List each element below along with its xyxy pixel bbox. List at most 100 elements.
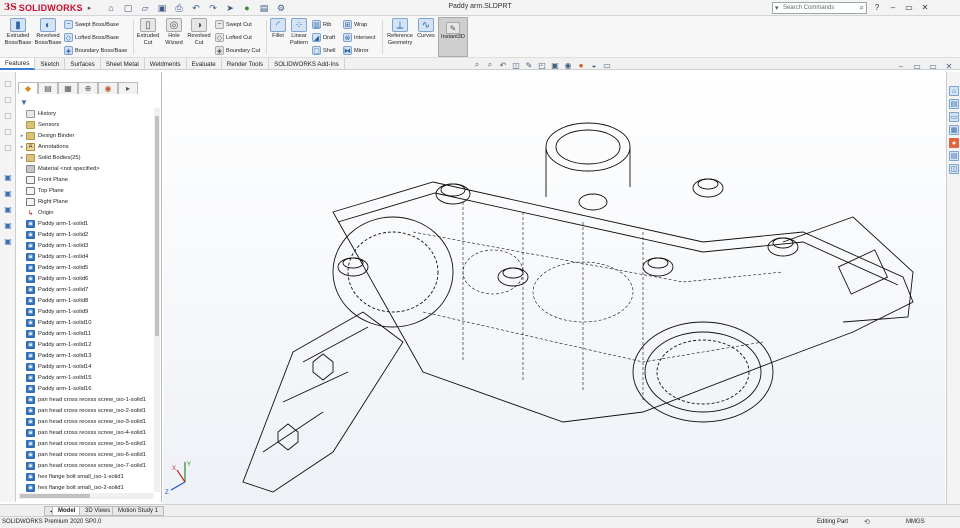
viewport-minimize-icon[interactable]: – [896, 61, 906, 71]
feature-tree-item[interactable]: Front Plane [18, 174, 154, 185]
tab-sheet-metal[interactable]: Sheet Metal [101, 58, 145, 70]
configuration-manager-tab-icon[interactable]: ▦ [58, 82, 78, 94]
design-library-icon[interactable]: ▤ [949, 99, 959, 109]
solidworks-resources-icon[interactable]: ⌂ [949, 86, 959, 96]
feature-tree-item[interactable]: Sensors [18, 119, 154, 130]
undo-icon[interactable]: ↶ [189, 2, 203, 14]
home-icon[interactable]: ⌂ [104, 2, 118, 14]
feature-tree-item[interactable]: ↳ Origin [18, 207, 154, 218]
feature-tree-item[interactable]: ▣ pan head cross recess screw_iso-2-solid… [18, 405, 154, 416]
open-icon[interactable]: ▱ [138, 2, 152, 14]
strip-icon[interactable]: ▣ [3, 236, 13, 246]
feature-tree-item[interactable]: ▸ Solid Bodies(25) [18, 152, 154, 163]
display-manager-tab-icon[interactable]: ◉ [98, 82, 118, 94]
tab-3d-views[interactable]: 3D Views [79, 506, 117, 516]
tree-horizontal-scrollbar[interactable] [18, 493, 154, 499]
feature-tree-item[interactable]: History [18, 108, 154, 119]
options-icon[interactable]: ⚙ [274, 2, 288, 14]
expand-arrow-icon[interactable]: ▸ [18, 133, 26, 139]
tree-scrollbar[interactable] [154, 108, 160, 492]
feature-tree-item[interactable]: ▣ Paddy arm-1-solid4 [18, 251, 154, 262]
tab-motion-study[interactable]: Motion Study 1 [112, 506, 165, 516]
property-manager-tab-icon[interactable]: ▤ [38, 82, 58, 94]
rebuild-status-icon[interactable]: ⟲ [864, 518, 870, 526]
zoom-to-area-icon[interactable]: ⌕ [485, 60, 495, 70]
more-tabs-icon[interactable]: ▸ [118, 82, 138, 94]
tab-solidworks-addins[interactable]: SOLIDWORKS Add-Ins [269, 58, 345, 70]
rebuild-icon[interactable]: ● [240, 2, 254, 14]
intersect-button[interactable]: ⊗ Intersect [343, 32, 375, 43]
dimxpert-tab-icon[interactable]: ⊕ [78, 82, 98, 94]
expand-arrow-icon[interactable]: ▸ [18, 155, 26, 161]
instant3d-button[interactable]: ✎ Instant3D [438, 17, 468, 57]
search-icon[interactable]: ⌕ [860, 3, 864, 13]
strip-icon[interactable]: ▣ [3, 204, 13, 214]
tab-features[interactable]: Features [0, 58, 36, 70]
tab-sketch[interactable]: Sketch [35, 58, 66, 70]
graphics-area[interactable]: Y Z X [163, 72, 945, 504]
feature-tree-item[interactable]: ▣ Paddy arm-1-solid2 [18, 229, 154, 240]
zoom-to-fit-icon[interactable]: ⌕ [472, 60, 482, 70]
filter-icon[interactable]: ▼ [20, 98, 28, 107]
feature-tree-item[interactable]: ▣ Paddy arm-1-solid1 [18, 218, 154, 229]
feature-tree-item[interactable]: ▣ Paddy arm-1-solid3 [18, 240, 154, 251]
feature-tree-item[interactable]: ▣ pan head cross recess screw_iso-5-solid… [18, 438, 154, 449]
curves-button[interactable]: ∿ Curves [415, 18, 437, 40]
swept-cut-button[interactable]: ~ Swept Cut [215, 19, 252, 30]
previous-view-icon[interactable]: ↶ [498, 60, 508, 70]
feature-tree-item[interactable]: ▣ Paddy arm-1-solid7 [18, 284, 154, 295]
shell-button[interactable]: ▢ Shell [312, 45, 335, 56]
help-icon[interactable]: ? [870, 1, 884, 14]
dynamic-annotation-icon[interactable]: ✎ [524, 60, 534, 70]
strip-icon[interactable]: ▢ [3, 142, 13, 152]
tab-surfaces[interactable]: Surfaces [65, 58, 101, 70]
tab-weldments[interactable]: Weldments [145, 58, 187, 70]
redo-icon[interactable]: ↷ [206, 2, 220, 14]
feature-tree-item[interactable]: ▣ Paddy arm-1-solid15 [18, 372, 154, 383]
feature-tree-item[interactable]: ▣ Paddy arm-1-solid9 [18, 306, 154, 317]
swept-boss-button[interactable]: ~ Swept Boss/Base [64, 19, 119, 30]
wrap-button[interactable]: ⊞ Wrap [343, 19, 367, 30]
feature-tree-item[interactable]: ▣ Paddy arm-1-solid12 [18, 339, 154, 350]
close-button[interactable]: ✕ [918, 1, 932, 14]
view-orientation-icon[interactable]: ◰ [537, 60, 547, 70]
tab-model[interactable]: Model [52, 506, 82, 516]
feature-tree-item[interactable]: ▣ pan head cross recess screw_iso-4-solid… [18, 427, 154, 438]
select-icon[interactable]: ➤ [223, 2, 237, 14]
boundary-boss-button[interactable]: ◈ Boundary Boss/Base [64, 45, 127, 56]
expand-arrow-icon[interactable]: ▸ [18, 144, 26, 150]
feature-tree-item[interactable]: ▣ Paddy arm-1-solid6 [18, 273, 154, 284]
minimize-button[interactable]: – [886, 1, 900, 14]
feature-tree-item[interactable]: ▣ Paddy arm-1-solid8 [18, 295, 154, 306]
feature-tree-item[interactable]: ▣ Paddy arm-1-solid10 [18, 317, 154, 328]
feature-tree-item[interactable]: ▸ Design Binder [18, 130, 154, 141]
solidworks-logo[interactable]: 3S SOLIDWORKS ▸ [4, 2, 91, 14]
scroll-thumb[interactable] [20, 494, 90, 498]
feature-tree-item[interactable]: ▣ Paddy arm-1-solid11 [18, 328, 154, 339]
linear-pattern-button[interactable]: ⁘ Linear Pattern [288, 18, 310, 47]
new-icon[interactable]: ▢ [121, 2, 135, 14]
strip-icon[interactable]: ▢ [3, 78, 13, 88]
save-icon[interactable]: ▣ [155, 2, 169, 14]
draft-button[interactable]: ◢ Draft [312, 32, 335, 43]
section-view-icon[interactable]: ◫ [511, 60, 521, 70]
feature-tree-item[interactable]: ▣ hex flange bolt small_iso-1-solid1 [18, 471, 154, 482]
strip-icon[interactable]: ▣ [3, 220, 13, 230]
feature-tree-item[interactable]: ▣ pan head cross recess screw_iso-6-solid… [18, 449, 154, 460]
viewport-close-icon[interactable]: ✕ [944, 61, 954, 71]
feature-tree-item[interactable]: Right Plane [18, 196, 154, 207]
feature-tree-item[interactable]: Top Plane [18, 185, 154, 196]
edit-appearance-icon[interactable]: ● [576, 60, 586, 70]
view-settings-icon[interactable]: ▭ [602, 60, 612, 70]
menu-arrow-icon[interactable]: ▸ [88, 4, 92, 12]
viewport-restore-icon[interactable]: ▭ [928, 61, 938, 71]
appearances-icon[interactable]: ● [949, 138, 959, 148]
view-palette-icon[interactable]: ▦ [949, 125, 959, 135]
strip-icon[interactable]: ▣ [3, 172, 13, 182]
tab-render-tools[interactable]: Render Tools [222, 58, 270, 70]
apply-scene-icon[interactable]: ◒ [589, 60, 599, 70]
file-explorer-icon[interactable]: ▭ [949, 112, 959, 122]
tab-evaluate[interactable]: Evaluate [187, 58, 222, 70]
feature-tree-item[interactable]: Material <not specified> [18, 163, 154, 174]
hole-wizard-button[interactable]: ◎ Hole Wizard [162, 18, 186, 47]
